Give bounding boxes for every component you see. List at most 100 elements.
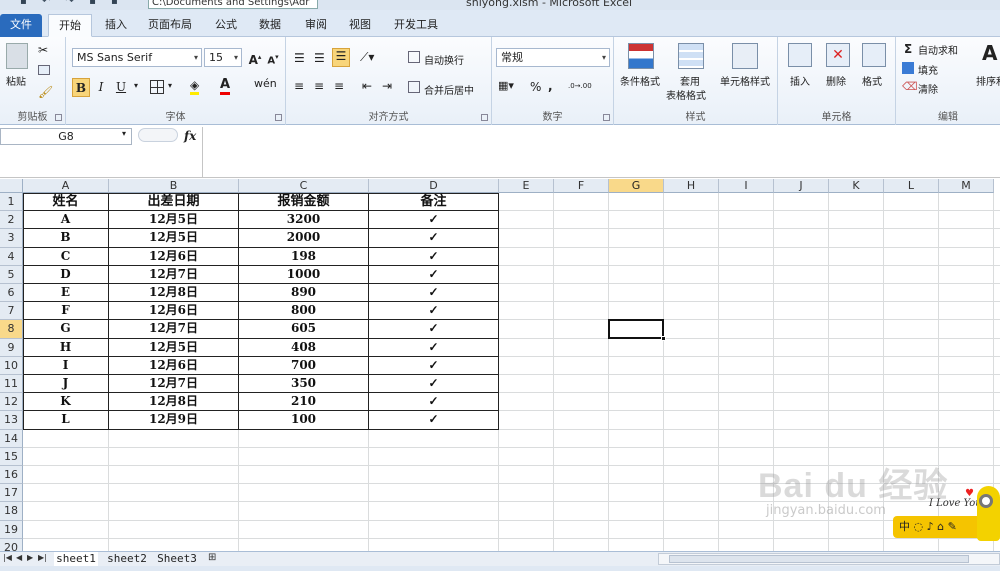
row-header-16[interactable]: 16 [0,466,23,485]
align-bottom-icon[interactable]: ☰ [332,48,350,67]
conditional-format-icon[interactable] [628,43,654,69]
row-header-9[interactable]: 9 [0,338,23,357]
bold-button[interactable]: B [72,78,90,97]
underline-button[interactable]: U [112,78,130,97]
check-icon-cell[interactable]: ✓ [369,284,499,303]
table-cell[interactable]: K [23,393,109,412]
table-cell[interactable]: 12月5日 [109,338,239,357]
font-color-icon[interactable]: A [220,77,231,95]
row-header-2[interactable]: 2 [0,211,23,230]
table-cell[interactable]: 12月8日 [109,393,239,412]
tab-page-layout[interactable]: 页面布局 [140,14,200,37]
table-cell[interactable]: 12月5日 [109,229,239,248]
wrap-text-icon[interactable] [408,51,420,63]
table-cell[interactable]: C [23,247,109,266]
chevron-down-icon[interactable]: ▾ [122,129,126,138]
formula-input[interactable] [202,127,1000,177]
column-header-e[interactable]: E [499,179,554,193]
table-cell[interactable]: 12月5日 [109,211,239,230]
column-header-m[interactable]: M [939,179,994,193]
cell-styles-button[interactable]: 单元格样式 [720,73,770,88]
table-cell[interactable]: 100 [239,411,369,430]
table-cell[interactable]: 12月6日 [109,356,239,375]
table-cell[interactable]: 2000 [239,229,369,248]
row-header-11[interactable]: 11 [0,375,23,394]
table-cell[interactable]: 12月6日 [109,247,239,266]
row-header-19[interactable]: 19 [0,520,23,539]
check-icon-cell[interactable]: ✓ [369,338,499,357]
table-cell[interactable]: 12月6日 [109,302,239,321]
table-header-cell[interactable]: 报销金额 [239,193,369,212]
paste-button-label[interactable]: 粘贴 [6,73,26,88]
row-header-3[interactable]: 3 [0,229,23,248]
comma-button[interactable]: , [548,79,553,93]
cell-styles-icon[interactable] [732,43,758,69]
phonetic-guide-icon[interactable]: wén [254,77,277,90]
row-header-5[interactable]: 5 [0,265,23,284]
clipboard-launcher-icon[interactable] [55,114,62,121]
sort-filter-icon[interactable]: A [982,41,997,65]
sheet-tab-sheet2[interactable]: sheet2 [104,552,150,566]
number-format-select[interactable]: 常规 ▾ [496,48,610,67]
table-cell[interactable]: 3200 [239,211,369,230]
tab-insert[interactable]: 插入 [96,14,136,37]
selected-cell-g8[interactable] [608,319,666,341]
table-header-cell[interactable]: 备注 [369,193,499,212]
table-cell[interactable]: 12月7日 [109,320,239,339]
check-icon-cell[interactable]: ✓ [369,393,499,412]
table-cell[interactable]: 800 [239,302,369,321]
fill-handle[interactable] [661,335,666,341]
quick-access-toolbar[interactable]: ▪ ↶ ↷ ▪ ▪ [20,0,124,7]
column-header-k[interactable]: K [829,179,884,193]
tab-review[interactable]: 审阅 [296,14,336,37]
column-header-i[interactable]: I [719,179,774,193]
tab-developer[interactable]: 开发工具 [386,14,446,37]
table-cell[interactable]: I [23,356,109,375]
prev-sheet-icon[interactable]: ◀ [16,553,22,562]
tab-formulas[interactable]: 公式 [206,14,246,37]
delete-cells-button[interactable]: 删除 [826,73,846,88]
table-cell[interactable]: A [23,211,109,230]
table-cell[interactable]: 350 [239,375,369,394]
cut-icon[interactable]: ✂ [38,43,48,57]
sheet-tab-sheet3[interactable]: Sheet3 [154,552,200,566]
column-header-d[interactable]: D [369,179,499,193]
insert-sheet-icon[interactable]: ⊞ [208,552,216,563]
chevron-down-icon[interactable]: ▾ [168,81,172,90]
column-header-f[interactable]: F [554,179,609,193]
autosum-icon[interactable]: Σ [904,42,912,56]
table-cell[interactable]: 700 [239,356,369,375]
tab-view[interactable]: 视图 [340,14,380,37]
column-header-j[interactable]: J [774,179,829,193]
italic-button[interactable]: I [92,78,110,97]
align-top-icon[interactable]: ☰ [294,51,305,65]
table-header-cell[interactable]: 出差日期 [109,193,239,212]
table-cell[interactable]: D [23,265,109,284]
borders-icon[interactable] [150,80,164,94]
orientation-icon[interactable]: ⟋▾ [360,50,374,65]
paste-icon[interactable] [6,43,28,69]
check-icon-cell[interactable]: ✓ [369,356,499,375]
increase-indent-icon[interactable]: ⇥ [382,79,392,93]
row-header-6[interactable]: 6 [0,284,23,303]
increase-decimal-button[interactable]: .0→.00 [568,82,592,90]
row-header-12[interactable]: 12 [0,393,23,412]
tab-data[interactable]: 数据 [250,14,290,37]
table-cell[interactable]: E [23,284,109,303]
row-header-4[interactable]: 4 [0,247,23,266]
copy-icon[interactable] [38,65,50,75]
chevron-down-icon[interactable]: ▾ [134,81,138,90]
first-sheet-icon[interactable]: |◀ [3,553,12,562]
row-header-14[interactable]: 14 [0,429,23,448]
table-cell[interactable]: 12月8日 [109,284,239,303]
table-cell[interactable]: H [23,338,109,357]
delete-cells-icon[interactable]: ✕ [826,43,850,67]
insert-function-icon[interactable]: fx [184,129,196,143]
check-icon-cell[interactable]: ✓ [369,320,499,339]
table-cell[interactable]: G [23,320,109,339]
check-icon-cell[interactable]: ✓ [369,211,499,230]
row-header-20[interactable]: 20 [0,538,23,551]
grow-font-icon[interactable]: A▴ [246,48,264,67]
column-header-b[interactable]: B [109,179,239,193]
merge-center-icon[interactable] [408,81,420,93]
